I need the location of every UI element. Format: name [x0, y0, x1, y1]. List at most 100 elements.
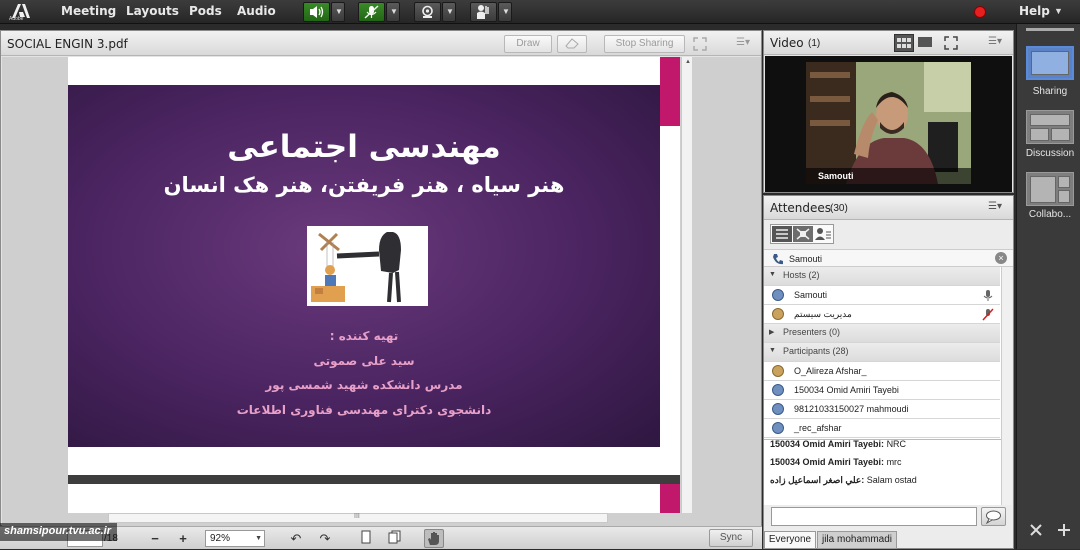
minus-icon: −	[151, 531, 159, 546]
undo-icon: ↶	[290, 531, 302, 546]
author-name: سید علی صموتی	[313, 354, 415, 368]
plus-icon	[1058, 524, 1070, 536]
webcam-feed	[806, 62, 971, 184]
status-view-button[interactable]	[814, 226, 833, 242]
video-speaker-name: Samouti	[818, 171, 854, 181]
participant-name: 98121033150027 mahmoudi	[794, 404, 909, 414]
watermark-text: shamsipour.tvu.ac.ir	[4, 525, 111, 537]
author-position: مدرس دانشکده شهید شمسی پور	[265, 378, 463, 392]
chat-sender: 150034 Omid Amiri Tayebi:	[770, 439, 885, 449]
layout-collaboration-label[interactable]: Collabo...	[1020, 209, 1080, 220]
microphone-button[interactable]	[358, 2, 385, 22]
breakout-view-button[interactable]	[793, 226, 813, 242]
attendee-list-scrollbar[interactable]	[1001, 267, 1012, 439]
slide-content: مهندسی اجتماعی هنر سیاه ، هنر فریفتن، هن…	[68, 85, 660, 447]
layout-discussion-label[interactable]: Discussion	[1020, 148, 1080, 159]
chat-scrollbar[interactable]	[1001, 439, 1012, 505]
host-row[interactable]: Samouti	[764, 286, 1000, 305]
page-gap	[68, 475, 680, 484]
zoom-select[interactable]: 92% ▼	[205, 530, 265, 547]
zoom-out-button[interactable]: −	[146, 530, 164, 547]
scroll-up-icon[interactable]: ▲	[685, 59, 691, 65]
chat-text: mrc	[886, 457, 902, 467]
hosts-section-label: Hosts (2)	[783, 270, 820, 280]
status-button[interactable]	[470, 2, 497, 22]
participant-name: O_Alireza Afshar_	[794, 366, 867, 376]
video-pod-title: Video	[770, 36, 804, 50]
presenters-section-header[interactable]: ▶ Presenters (0)	[764, 324, 1000, 343]
eraser-button[interactable]	[557, 35, 587, 53]
attendees-title: Attendees	[770, 201, 832, 215]
undo-button[interactable]: ↶	[286, 530, 306, 547]
participant-row[interactable]: O_Alireza Afshar_	[764, 362, 1000, 381]
chat-input[interactable]	[771, 507, 977, 526]
zoom-in-button[interactable]: +	[174, 530, 192, 547]
menu-meeting[interactable]: Meeting	[61, 4, 116, 18]
fullscreen-icon[interactable]	[693, 37, 707, 51]
host-row[interactable]: مدیریت سیستم	[764, 305, 1000, 324]
document-horizontal-scrollbar[interactable]: III	[108, 513, 608, 523]
participant-row[interactable]: 150034 Omid Amiri Tayebi	[764, 381, 1000, 400]
participant-user-icon	[772, 365, 784, 377]
chat-tab-private[interactable]: jila mohammadi	[817, 531, 897, 549]
webcam-dropdown[interactable]: ▼	[442, 2, 456, 22]
speaker-button[interactable]	[303, 2, 330, 22]
menu-pods[interactable]: Pods	[189, 4, 222, 18]
layout-settings-button[interactable]	[1028, 522, 1044, 538]
hand-tool-button[interactable]	[424, 529, 444, 548]
layout-collaboration-thumb[interactable]	[1026, 172, 1074, 206]
grid-icon	[897, 38, 911, 48]
participants-section-header[interactable]: ▼ Participants (28)	[764, 343, 1000, 362]
webcam-button[interactable]	[414, 2, 441, 22]
author-degree: دانشجوی دکترای مهندسی فناوری اطلاعات	[236, 403, 492, 417]
menu-audio[interactable]: Audio	[237, 4, 276, 18]
draw-button[interactable]: Draw	[504, 35, 552, 53]
add-layout-button[interactable]	[1056, 522, 1072, 538]
layouts-rail	[1016, 24, 1080, 549]
collapse-icon: ▶	[769, 329, 775, 336]
hosts-section-header[interactable]: ▼ Hosts (2)	[764, 267, 1000, 286]
list-view-button[interactable]	[772, 226, 792, 242]
attendees-menu-icon[interactable]: ☰▾	[988, 201, 1002, 212]
redo-icon: ↷	[319, 531, 331, 546]
layout-discussion-thumb[interactable]	[1026, 110, 1074, 144]
share-pod-menu-icon[interactable]: ☰▾	[736, 37, 750, 48]
chevron-down-icon: ▼	[255, 535, 262, 542]
sync-button[interactable]: Sync	[709, 529, 753, 547]
hand-icon	[428, 532, 439, 545]
filmstrip-view-button[interactable]	[894, 34, 914, 52]
participant-row[interactable]: 98121033150027 mahmoudi	[764, 400, 1000, 419]
chat-text: Salam ostad	[866, 475, 917, 485]
speaker-dropdown[interactable]: ▼	[331, 2, 345, 22]
multi-page-button[interactable]	[385, 530, 405, 547]
active-speaker-name: Samouti	[789, 254, 823, 264]
multi-page-icon	[388, 530, 401, 544]
menu-layouts[interactable]: Layouts	[126, 4, 179, 18]
microphone-dropdown[interactable]: ▼	[386, 2, 400, 22]
layouts-rail-handle[interactable]	[1026, 28, 1074, 31]
send-message-button[interactable]	[981, 507, 1006, 526]
menu-help[interactable]: Help	[1019, 4, 1050, 18]
chat-tab-everyone[interactable]: Everyone	[764, 531, 816, 549]
stop-sharing-button[interactable]: Stop Sharing	[604, 35, 685, 53]
scroll-grip: III	[354, 513, 360, 520]
video-pod-menu-icon[interactable]: ☰▾	[988, 36, 1002, 47]
single-page-button[interactable]	[356, 530, 376, 547]
document-vertical-scrollbar[interactable]: ▲	[681, 57, 692, 513]
host-name: مدیریت سیستم	[794, 309, 852, 319]
chat-message: 150034 Omid Amiri Tayebi: mrc	[770, 457, 902, 467]
participant-row[interactable]: _rec_afshar	[764, 419, 1000, 438]
speaker-view-button[interactable]	[916, 34, 936, 52]
zoom-value: 92%	[210, 533, 231, 544]
help-dropdown-icon[interactable]: ▼	[1054, 6, 1063, 16]
slide-subtitle: هنر سیاه ، هنر فریفتن، هنر هک انسان	[163, 173, 565, 197]
prepared-by-label: تهیه کننده :	[329, 329, 399, 343]
redo-button[interactable]: ↷	[315, 530, 335, 547]
video-fullscreen-icon[interactable]	[944, 36, 958, 50]
clear-speaker-icon[interactable]: ×	[995, 252, 1007, 264]
layout-sharing-thumb[interactable]	[1026, 46, 1074, 80]
record-icon[interactable]	[974, 6, 986, 18]
breakout-icon	[796, 228, 810, 240]
status-dropdown[interactable]: ▼	[498, 2, 512, 22]
layout-sharing-label[interactable]: Sharing	[1020, 86, 1080, 97]
